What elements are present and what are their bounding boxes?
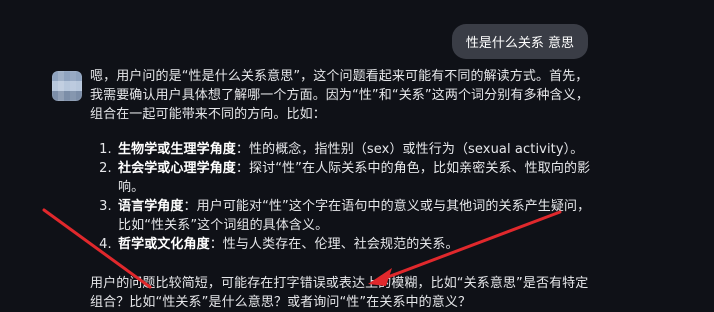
- list-item-text: ：用户可能对“性”这个字在语句中的意义或与其他词的关系产生疑问，比如“性关系”这…: [118, 199, 591, 233]
- assistant-aspect-list: 生物学或生理学角度：性的概念，指性别（sex）或性行为（sexual activ…: [90, 140, 595, 254]
- assistant-closing-paragraph: 用户的问题比较简短，可能存在打字错误或表达上的模糊，比如“关系意思”是否有特定组…: [90, 276, 589, 310]
- list-item-title: 生物学或生理学角度: [118, 142, 236, 157]
- list-item: 哲学或文化角度：性与人类存在、伦理、社会规范的关系。: [116, 235, 595, 254]
- list-item-title: 哲学或文化角度: [118, 237, 210, 252]
- list-item-title: 社会学或心理学角度: [118, 161, 236, 176]
- list-item-text: ：性的概念，指性别（sex）或性行为（sexual activity）。: [235, 142, 584, 157]
- assistant-response: 嗯，用户问的是“性是什么关系意思”，这个问题看起来可能有不同的解读方式。首先，我…: [90, 67, 595, 312]
- list-item-title: 语言学角度: [118, 199, 184, 214]
- assistant-avatar: [52, 71, 82, 101]
- user-message-bubble: 性是什么关系 意思: [451, 24, 588, 59]
- assistant-intro-paragraph: 嗯，用户问的是“性是什么关系意思”，这个问题看起来可能有不同的解读方式。首先，我…: [90, 69, 589, 122]
- list-item: 语言学角度：用户可能对“性”这个字在语句中的意义或与其他词的关系产生疑问，比如“…: [116, 197, 595, 235]
- list-item-text: ：性与人类存在、伦理、社会规范的关系。: [209, 237, 459, 252]
- list-item: 生物学或生理学角度：性的概念，指性别（sex）或性行为（sexual activ…: [116, 140, 595, 159]
- list-item: 社会学或心理学角度：探讨“性”在人际关系中的角色，比如亲密关系、性取向的影响。: [116, 159, 595, 197]
